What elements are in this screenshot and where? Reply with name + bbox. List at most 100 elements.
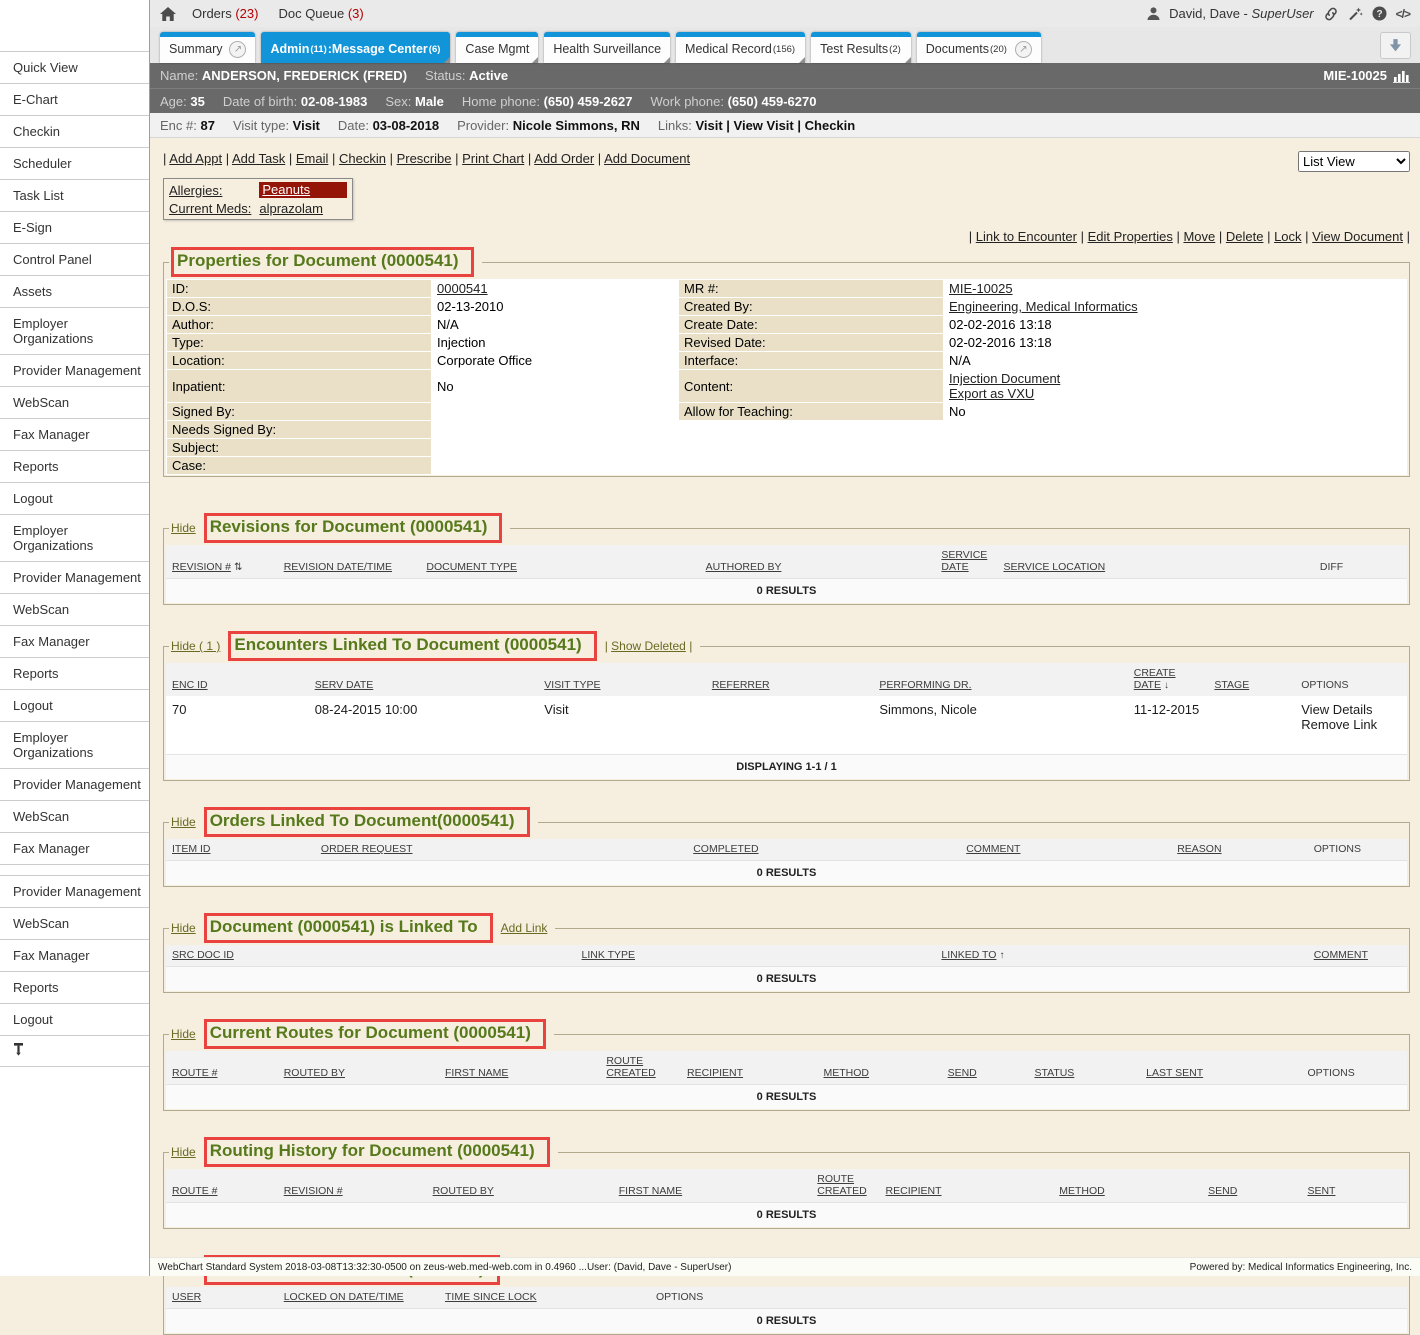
sidebar-item-e-chart[interactable]: E-Chart xyxy=(0,84,149,116)
sidebar-item-provider-management[interactable]: Provider Management xyxy=(0,769,149,801)
medication-link[interactable]: alprazolam xyxy=(259,201,347,216)
column-header-diff[interactable]: DIFF xyxy=(1314,545,1407,579)
hide-link[interactable]: Hide xyxy=(171,1145,196,1159)
column-header-first-name[interactable]: FIRST NAME xyxy=(613,1169,812,1203)
column-header-method[interactable]: METHOD xyxy=(1053,1169,1202,1203)
sidebar-item-quick-view[interactable]: Quick View xyxy=(0,52,149,84)
column-header-user[interactable]: USER xyxy=(166,1287,278,1309)
user-label[interactable]: David, Dave - SuperUser xyxy=(1169,6,1314,21)
column-header-service-location[interactable]: SERVICE LOCATION xyxy=(997,545,1313,579)
link-show-deleted[interactable]: Show Deleted xyxy=(611,639,686,653)
column-header-link-type[interactable]: LINK TYPE xyxy=(576,945,936,967)
sidebar-item-logout[interactable]: Logout xyxy=(0,1004,149,1036)
chart-icon[interactable] xyxy=(1393,69,1410,83)
column-header-performing-dr[interactable]: PERFORMING DR. xyxy=(873,663,1127,696)
column-header-service-date[interactable]: SERVICEDATE xyxy=(935,545,997,579)
column-header-serv-date[interactable]: SERV DATE xyxy=(309,663,539,696)
column-header-comment[interactable]: COMMENT xyxy=(960,839,1171,861)
doc-action-view-document[interactable]: View Document xyxy=(1312,229,1403,244)
value-link-0000541[interactable]: 0000541 xyxy=(437,281,488,296)
action-add-task[interactable]: Add Task xyxy=(232,151,285,166)
action-print-chart[interactable]: Print Chart xyxy=(462,151,524,166)
external-link-icon[interactable]: ↗ xyxy=(229,41,246,58)
sidebar-item-fax-manager[interactable]: Fax Manager xyxy=(0,833,149,865)
column-header-send[interactable]: SEND xyxy=(942,1051,1029,1085)
help-icon[interactable]: ? xyxy=(1372,6,1387,21)
column-header-recipient[interactable]: RECIPIENT xyxy=(880,1169,1054,1203)
column-header-referrer[interactable]: REFERRER xyxy=(706,663,874,696)
column-header-send[interactable]: SEND xyxy=(1202,1169,1301,1203)
banner-link-visit[interactable]: Visit xyxy=(695,118,722,133)
tab-admin-11-message-center-6[interactable]: Admin (11):Message Center (6) xyxy=(261,32,450,63)
column-header-linked-to[interactable]: LINKED TO↑ xyxy=(935,945,1307,967)
column-header-locked-on-date-time[interactable]: LOCKED ON DATE/TIME xyxy=(278,1287,439,1309)
sidebar-item-webscan[interactable]: WebScan xyxy=(0,801,149,833)
tab-case-mgmt[interactable]: Case Mgmt xyxy=(456,32,538,63)
hide-link[interactable]: Hide xyxy=(171,1027,196,1041)
sidebar-item-checkin[interactable]: Checkin xyxy=(0,116,149,148)
column-header-revision-date-time[interactable]: REVISION DATE/TIME xyxy=(278,545,421,579)
sidebar-item-provider-management[interactable]: Provider Management xyxy=(0,562,149,594)
sidebar-item-partial[interactable] xyxy=(0,865,149,876)
sidebar-item-fax-manager[interactable]: Fax Manager xyxy=(0,940,149,972)
sidebar-item-task-list[interactable]: Task List xyxy=(0,180,149,212)
sidebar-item-webscan[interactable]: WebScan xyxy=(0,908,149,940)
topnav-doc-queue[interactable]: Doc Queue (3) xyxy=(278,6,363,21)
hide-link[interactable]: Hide xyxy=(171,921,196,935)
row-action-remove-link[interactable]: Remove Link xyxy=(1301,717,1377,732)
topnav-orders[interactable]: Orders (23) xyxy=(192,6,258,21)
sidebar-item-webscan[interactable]: WebScan xyxy=(0,594,149,626)
value-link-mie-10025[interactable]: MIE-10025 xyxy=(949,281,1013,296)
hide-link[interactable]: Hide ( 1 ) xyxy=(171,639,220,653)
column-header-authored-by[interactable]: AUTHORED BY xyxy=(700,545,936,579)
sidebar-item-control-panel[interactable]: Control Panel xyxy=(0,244,149,276)
value-link-engineering-medical-informatics[interactable]: Engineering, Medical Informatics xyxy=(949,299,1138,314)
sort-icon[interactable]: ⇅ xyxy=(234,562,242,573)
tab-summary[interactable]: Summary↗ xyxy=(160,32,255,63)
doc-action-move[interactable]: Move xyxy=(1183,229,1215,244)
link-icon[interactable] xyxy=(1323,7,1339,21)
column-header-item-id[interactable]: ITEM ID xyxy=(166,839,315,861)
sidebar-item-employer-organizations[interactable]: Employer Organizations xyxy=(0,308,149,355)
column-header-revision[interactable]: REVISION # xyxy=(278,1169,427,1203)
row-action-view-details[interactable]: View Details xyxy=(1301,702,1372,717)
banner-link-checkin[interactable]: Checkin xyxy=(805,118,856,133)
tab-test-results-2[interactable]: Test Results (2) xyxy=(811,32,911,63)
banner-link-view-visit[interactable]: View Visit xyxy=(734,118,794,133)
sidebar-item-assets[interactable]: Assets xyxy=(0,276,149,308)
sidebar-item-provider-management[interactable]: Provider Management xyxy=(0,876,149,908)
hide-link[interactable]: Hide xyxy=(171,521,196,535)
external-link-icon[interactable]: ↗ xyxy=(1015,41,1032,58)
action-add-document[interactable]: Add Document xyxy=(604,151,690,166)
sidebar-item-webscan[interactable]: WebScan xyxy=(0,387,149,419)
column-header-visit-type[interactable]: VISIT TYPE xyxy=(538,663,706,696)
sidebar-item-reports[interactable]: Reports xyxy=(0,658,149,690)
column-header-time-since-lock[interactable]: TIME SINCE LOCK xyxy=(439,1287,650,1309)
column-header-status[interactable]: STATUS xyxy=(1028,1051,1140,1085)
link-add-link[interactable]: Add Link xyxy=(501,921,548,935)
action-add-appt[interactable]: Add Appt xyxy=(169,151,222,166)
sidebar-pin-button[interactable] xyxy=(0,1036,149,1067)
column-header-recipient[interactable]: RECIPIENT xyxy=(681,1051,818,1085)
column-header-src-doc-id[interactable]: SRC DOC ID xyxy=(166,945,576,967)
sidebar-item-logout[interactable]: Logout xyxy=(0,690,149,722)
column-header-routed-by[interactable]: ROUTED BY xyxy=(427,1169,613,1203)
current-meds-link[interactable]: Current Meds: xyxy=(169,201,251,216)
column-header-route[interactable]: ROUTE # xyxy=(166,1051,278,1085)
doc-action-link-to-encounter[interactable]: Link to Encounter xyxy=(976,229,1077,244)
column-header-options[interactable]: OPTIONS xyxy=(1301,1051,1407,1085)
sidebar-item-reports[interactable]: Reports xyxy=(0,451,149,483)
view-select[interactable]: List View xyxy=(1298,151,1410,172)
column-header-reason[interactable]: REASON xyxy=(1171,839,1308,861)
column-header-completed[interactable]: COMPLETED xyxy=(687,839,960,861)
sidebar-item-employer-organizations[interactable]: Employer Organizations xyxy=(0,722,149,769)
sidebar-item-reports[interactable]: Reports xyxy=(0,972,149,1004)
column-header-sent[interactable]: SENT xyxy=(1301,1169,1407,1203)
tab-medical-record-156[interactable]: Medical Record (156) xyxy=(676,32,805,63)
column-header-route-created[interactable]: ROUTECREATED xyxy=(600,1051,681,1085)
column-header-create-date[interactable]: CREATEDATE↓ xyxy=(1128,663,1209,696)
column-header-revision[interactable]: REVISION #⇅ xyxy=(166,545,278,579)
column-header-order-request[interactable]: ORDER REQUEST xyxy=(315,839,687,861)
download-button[interactable] xyxy=(1380,32,1411,59)
action-email[interactable]: Email xyxy=(296,151,329,166)
